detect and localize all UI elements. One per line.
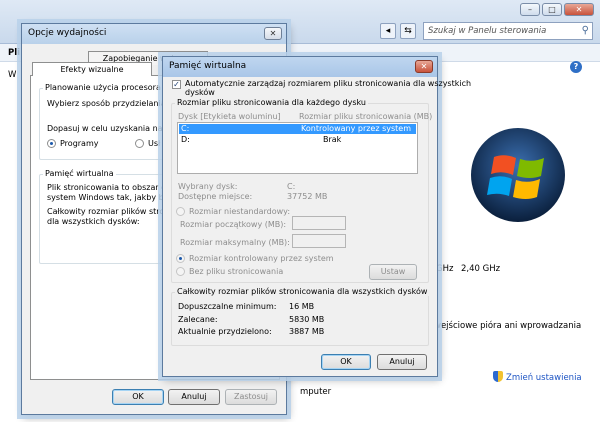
cancel-button[interactable]: Anuluj — [168, 389, 220, 405]
vm-dialog-titlebar: Pamięć wirtualna ✕ — [163, 57, 437, 77]
tab-visual-effects[interactable]: Efekty wizualne — [32, 62, 152, 76]
cpu-speed-partial: GHz — [436, 264, 454, 274]
min-label: Dopuszczalne minimum: — [178, 302, 277, 311]
set-button[interactable]: Ustaw — [369, 264, 417, 280]
programs-radio[interactable] — [47, 139, 56, 148]
vm-desc-line2: system Windows tak, jakby była — [47, 193, 176, 202]
drive-row-selected[interactable]: C: Kontrolowany przez system — [179, 124, 416, 134]
initial-size-label: Rozmiar początkowy (MB): — [180, 220, 287, 229]
control-panel-window-buttons: – □ ✕ — [520, 3, 594, 16]
cpu-speed: 2,40 GHz — [461, 264, 501, 274]
custom-size-label: Rozmiar niestandardowy: — [189, 207, 291, 216]
drive-letter: C: — [181, 124, 190, 133]
current-value: 3887 MB — [289, 327, 325, 336]
dialog-titlebar: Opcje wydajności ✕ — [22, 24, 286, 44]
pen-input-text: wejściowe pióra ani wprowadzania — [434, 321, 582, 331]
auto-manage-checkbox[interactable]: ✓ — [172, 80, 181, 89]
shield-icon — [493, 371, 503, 382]
cpu-scheduling-label: Planowanie użycia procesora — [43, 83, 163, 92]
close-icon[interactable]: ✕ — [415, 60, 433, 73]
refresh-icon[interactable]: ⇆ — [400, 23, 416, 39]
search-input[interactable]: Szukaj w Panelu sterowania ⚲ — [423, 22, 593, 40]
max-size-input[interactable] — [292, 234, 346, 248]
recommended-label: Zalecane: — [178, 315, 218, 324]
close-button[interactable]: ✕ — [564, 3, 594, 16]
per-drive-label: Rozmiar pliku stronicowania dla każdego … — [175, 98, 368, 107]
free-space-value: 37752 MB — [287, 192, 328, 201]
cancel-button[interactable]: Anuluj — [377, 354, 427, 370]
services-radio[interactable] — [135, 139, 144, 148]
max-size-label: Rozmiar maksymalny (MB): — [180, 238, 290, 247]
system-managed-label: Rozmiar kontrolowany przez system — [189, 254, 334, 263]
virtual-memory-label: Pamięć wirtualna — [43, 169, 116, 178]
auto-manage-label: Automatycznie zarządzaj rozmiarem pliku … — [185, 79, 472, 88]
minimize-button[interactable]: – — [520, 3, 540, 16]
initial-size-input[interactable] — [292, 216, 346, 230]
dialog-title: Opcje wydajności — [28, 28, 107, 38]
vm-dialog-title: Pamięć wirtualna — [169, 61, 247, 71]
col-size-header: Rozmiar pliku stronicowania (MB) — [299, 112, 433, 121]
vm-desc-line1: Plik stronicowania to obszar dysk — [47, 183, 180, 192]
vm-desc-line3: Całkowity rozmiar plików stronico — [47, 207, 181, 216]
close-icon[interactable]: ✕ — [264, 27, 282, 40]
auto-manage-label-2: dysków — [185, 88, 215, 97]
ok-button[interactable]: OK — [112, 389, 164, 405]
apply-button[interactable]: Zastosuj — [225, 389, 277, 405]
min-value: 16 MB — [289, 302, 315, 311]
programs-label: Programy — [60, 139, 99, 148]
dropdown-arrow-icon[interactable]: ◂ — [380, 23, 396, 39]
col-drive-header: Dysk [Etykieta woluminu] — [178, 112, 281, 121]
free-space-label: Dostępne miejsce: — [178, 192, 253, 201]
no-paging-label: Bez pliku stronicowania — [189, 267, 284, 276]
virtual-memory-dialog: Pamięć wirtualna ✕ ✓ Automatycznie zarzą… — [162, 56, 471, 377]
custom-size-radio[interactable] — [176, 207, 185, 216]
no-paging-radio[interactable] — [176, 267, 185, 276]
computer-partial: mputer — [300, 387, 332, 397]
side-partial: W — [8, 70, 17, 80]
ok-button[interactable]: OK — [321, 354, 371, 370]
search-placeholder: Szukaj w Panelu sterowania — [428, 26, 547, 36]
drive-list[interactable]: C: Kontrolowany przez system D: Brak — [177, 122, 418, 174]
maximize-button[interactable]: □ — [542, 3, 562, 16]
drive-size: Kontrolowany przez system — [301, 124, 412, 133]
drive-size: Brak — [323, 135, 342, 144]
system-managed-radio[interactable] — [176, 254, 185, 263]
help-icon[interactable]: ? — [570, 61, 582, 73]
change-settings-link[interactable]: Zmień ustawienia — [493, 371, 582, 383]
services-label: Usł — [148, 139, 161, 148]
windows-logo-icon — [471, 128, 565, 222]
menu-partial[interactable]: Pli — [8, 48, 20, 58]
drive-letter: D: — [181, 135, 190, 144]
recommended-value: 5830 MB — [289, 315, 325, 324]
current-label: Aktualnie przydzielono: — [178, 327, 272, 336]
vm-desc-line4: dla wszystkich dysków: — [47, 217, 140, 226]
address-nav: ◂ ⇆ — [380, 23, 416, 39]
total-size-label: Całkowity rozmiar plików stronicowania d… — [175, 287, 430, 296]
selected-drive-label: Wybrany dysk: — [178, 182, 238, 191]
search-icon: ⚲ — [581, 25, 589, 36]
selected-drive-value: C: — [287, 182, 296, 191]
